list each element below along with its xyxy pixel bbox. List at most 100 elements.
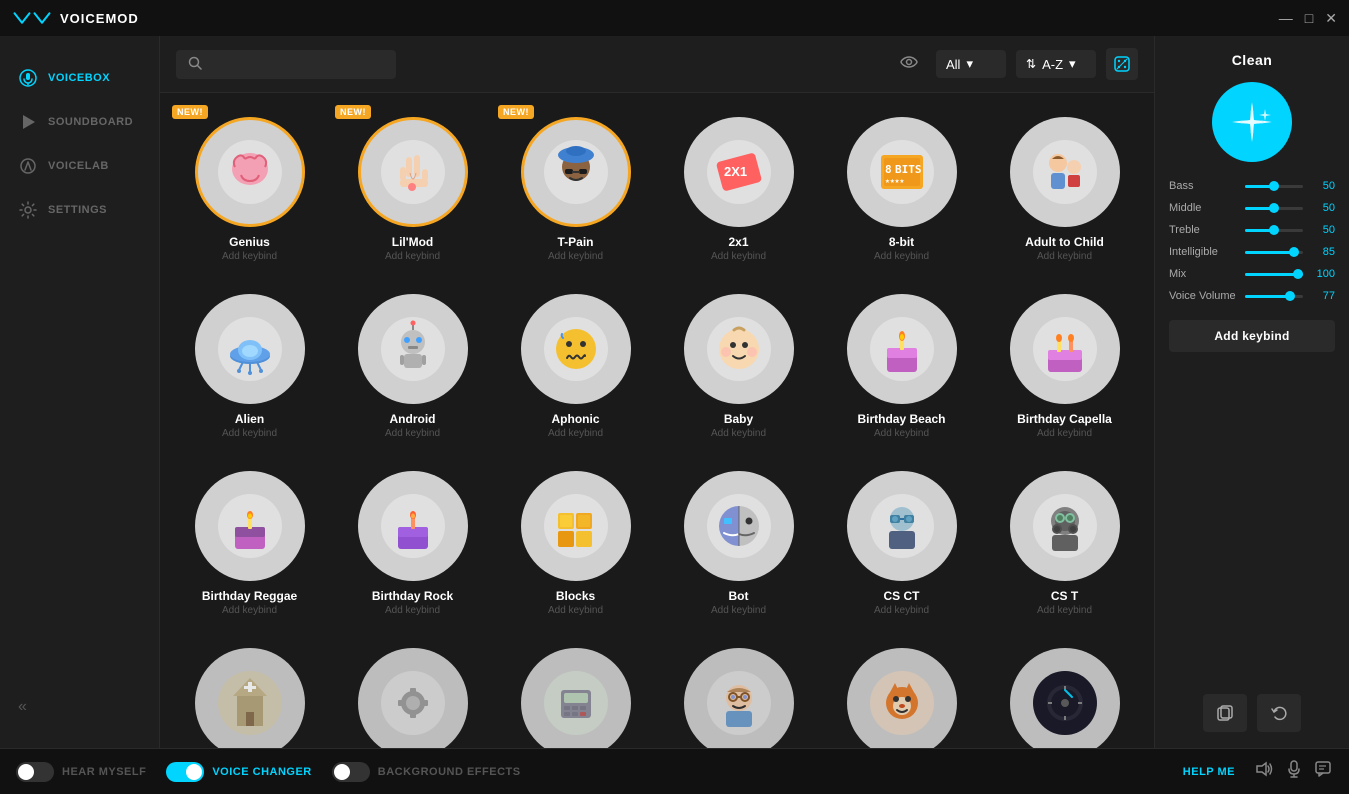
voice-name-baby: Baby <box>724 412 753 426</box>
sidebar-item-voicelab[interactable]: VOICELAB <box>0 144 159 188</box>
voice-card-v22[interactable] <box>665 640 812 748</box>
voice-keybind-birthday-beach[interactable]: Add keybind <box>874 428 929 439</box>
maximize-button[interactable]: □ <box>1305 10 1313 27</box>
hear-myself-label: HEAR MYSELF <box>62 766 146 778</box>
slider-track-middle[interactable] <box>1245 207 1303 210</box>
svg-text:★★★★: ★★★★ <box>885 176 904 185</box>
voice-card-2x1[interactable]: 2X1 2x1 Add keybind <box>665 109 812 270</box>
voice-keybind-aphonic[interactable]: Add keybind <box>548 428 603 439</box>
voice-keybind-2x1[interactable]: Add keybind <box>711 251 766 262</box>
speaker-icon[interactable] <box>1255 761 1273 782</box>
voice-keybind-birthday-reggae[interactable]: Add keybind <box>222 605 277 616</box>
slider-value-bass: 50 <box>1309 180 1335 192</box>
slider-track-treble[interactable] <box>1245 229 1303 232</box>
slider-row-treble: Treble 50 <box>1169 224 1335 236</box>
voice-card-tpain[interactable]: NEW! T- <box>502 109 649 270</box>
voice-keybind-baby[interactable]: Add keybind <box>711 428 766 439</box>
visibility-toggle[interactable] <box>892 51 926 77</box>
voice-changer-toggle[interactable]: VOICE CHANGER <box>166 762 311 782</box>
hear-myself-switch[interactable] <box>16 762 54 782</box>
voice-keybind-cs-t[interactable]: Add keybind <box>1037 605 1092 616</box>
voice-keybind-cs-ct[interactable]: Add keybind <box>874 605 929 616</box>
slider-track-voice-volume[interactable] <box>1245 295 1303 298</box>
hear-myself-toggle[interactable]: HEAR MYSELF <box>16 762 146 782</box>
voice-card-v19[interactable] <box>176 640 323 748</box>
close-button[interactable]: ✕ <box>1325 10 1337 27</box>
voice-changer-label: VOICE CHANGER <box>212 766 311 778</box>
voice-card-birthday-reggae[interactable]: Birthday Reggae Add keybind <box>176 463 323 624</box>
voice-grid-container: NEW! Genius Add keybind <box>160 93 1154 748</box>
voice-keybind-adult-to-child[interactable]: Add keybind <box>1037 251 1092 262</box>
voice-keybind-tpain[interactable]: Add keybind <box>548 251 603 262</box>
voice-card-baby[interactable]: Baby Add keybind <box>665 286 812 447</box>
voice-card-alien[interactable]: Alien Add keybind <box>176 286 323 447</box>
voice-card-v21[interactable] <box>502 640 649 748</box>
voice-name-aphonic: Aphonic <box>552 412 600 426</box>
slider-row-intelligible: Intelligible 85 <box>1169 246 1335 258</box>
voice-keybind-bot[interactable]: Add keybind <box>711 605 766 616</box>
voice-card-v24[interactable] <box>991 640 1138 748</box>
copy-button[interactable] <box>1203 694 1247 732</box>
voice-card-blocks[interactable]: Blocks Add keybind <box>502 463 649 624</box>
voice-card-aphonic[interactable]: Aphonic Add keybind <box>502 286 649 447</box>
voice-name-blocks: Blocks <box>556 589 595 603</box>
voice-card-genius[interactable]: NEW! Genius Add keybind <box>176 109 323 270</box>
voice-avatar-aphonic <box>521 294 631 404</box>
badge-new-genius: NEW! <box>172 105 208 119</box>
window-controls: — □ ✕ <box>1279 10 1337 27</box>
voice-keybind-genius[interactable]: Add keybind <box>222 251 277 262</box>
panel-avatar <box>1212 82 1292 162</box>
voice-keybind-android[interactable]: Add keybind <box>385 428 440 439</box>
voice-keybind-lilmod[interactable]: Add keybind <box>385 251 440 262</box>
undo-button[interactable] <box>1257 694 1301 732</box>
search-input[interactable] <box>210 57 384 72</box>
soundboard-label: SOUNDBOARD <box>48 116 133 128</box>
microphone-icon[interactable] <box>1287 760 1301 783</box>
voice-keybind-8bit[interactable]: Add keybind <box>874 251 929 262</box>
slider-track-intelligible[interactable] <box>1245 251 1303 254</box>
sort-dropdown[interactable]: ⇅ A-Z ▾ <box>1016 50 1096 78</box>
voice-card-cs-ct[interactable]: CS CT Add keybind <box>828 463 975 624</box>
right-panel: Clean Bass 50 Middle <box>1154 36 1349 748</box>
voice-name-adult-to-child: Adult to Child <box>1025 235 1104 249</box>
voice-keybind-blocks[interactable]: Add keybind <box>548 605 603 616</box>
chat-icon[interactable] <box>1315 761 1333 782</box>
minimize-button[interactable]: — <box>1279 10 1293 27</box>
voice-card-bot[interactable]: Bot Add keybind <box>665 463 812 624</box>
voice-card-birthday-rock[interactable]: Birthday Rock Add keybind <box>339 463 486 624</box>
sidebar-item-soundboard[interactable]: SOUNDBOARD <box>0 100 159 144</box>
voice-card-cs-t[interactable]: CS T Add keybind <box>991 463 1138 624</box>
voice-card-android[interactable]: Android Add keybind <box>339 286 486 447</box>
help-button[interactable]: HELP ME <box>1183 766 1235 778</box>
toolbar: All ▾ ⇅ A-Z ▾ <box>160 36 1154 93</box>
background-effects-toggle[interactable]: BACKGROUND EFFECTS <box>332 762 521 782</box>
voice-card-v23[interactable] <box>828 640 975 748</box>
voice-card-adult-to-child[interactable]: Adult to Child Add keybind <box>991 109 1138 270</box>
voice-card-birthday-capella[interactable]: Birthday Capella Add keybind <box>991 286 1138 447</box>
slider-label-mix: Mix <box>1169 268 1239 280</box>
voice-avatar-birthday-beach <box>847 294 957 404</box>
add-keybind-button[interactable]: Add keybind <box>1169 320 1335 352</box>
sort-chevron-icon: ▾ <box>1069 56 1076 72</box>
sidebar-collapse-button[interactable]: « <box>0 686 159 728</box>
slider-track-mix[interactable] <box>1245 273 1303 276</box>
voice-card-v20[interactable] <box>339 640 486 748</box>
panel-bottom-actions <box>1203 694 1301 732</box>
filter-dropdown[interactable]: All ▾ <box>936 50 1006 78</box>
voice-card-8bit[interactable]: 8 BITS ★★★★ 8-bit Add keybind <box>828 109 975 270</box>
sidebar-item-settings[interactable]: SETTINGS <box>0 188 159 232</box>
search-box[interactable] <box>176 50 396 79</box>
voice-card-lilmod[interactable]: NEW! Li <box>339 109 486 270</box>
voice-keybind-alien[interactable]: Add keybind <box>222 428 277 439</box>
voice-name-birthday-reggae: Birthday Reggae <box>202 589 297 603</box>
voice-avatar-alien <box>195 294 305 404</box>
background-effects-switch[interactable] <box>332 762 370 782</box>
voice-keybind-birthday-rock[interactable]: Add keybind <box>385 605 440 616</box>
voice-card-birthday-beach[interactable]: Birthday Beach Add keybind <box>828 286 975 447</box>
slider-track-bass[interactable] <box>1245 185 1303 188</box>
voice-changer-switch[interactable] <box>166 762 204 782</box>
voice-keybind-birthday-capella[interactable]: Add keybind <box>1037 428 1092 439</box>
random-button[interactable] <box>1106 48 1138 80</box>
voice-avatar-cs-t <box>1010 471 1120 581</box>
sidebar-item-voicebox[interactable]: VOICEBOX <box>0 56 159 100</box>
